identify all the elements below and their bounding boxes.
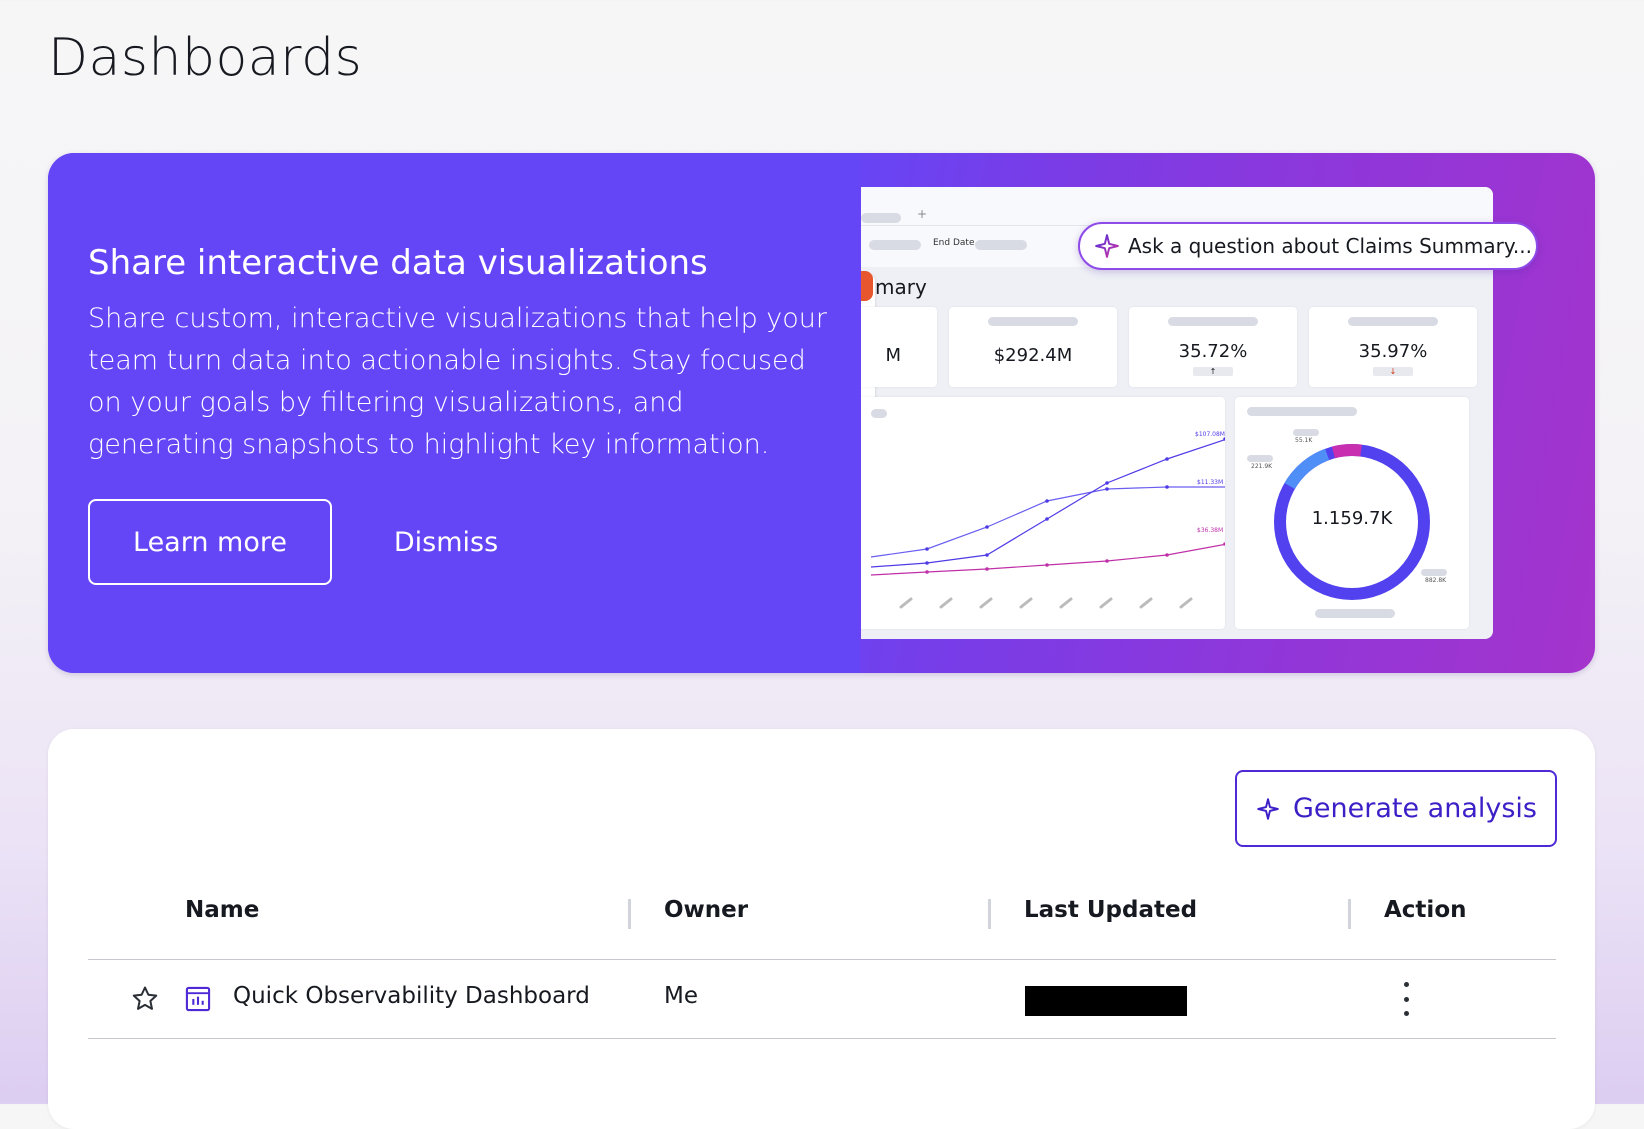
- column-resizer[interactable]: [628, 899, 631, 929]
- star-icon[interactable]: [130, 984, 160, 1018]
- dashboards-list-panel: Generate analysis Name Owner Last Update…: [48, 729, 1595, 1129]
- table-divider: [88, 1038, 1556, 1039]
- banner-body: Share custom, interactive visualizations…: [88, 303, 828, 460]
- table-divider: [88, 959, 1556, 960]
- column-header-action: Action: [1384, 897, 1467, 923]
- more-actions-icon[interactable]: [1396, 982, 1416, 1016]
- preview-kpi-card: $292.4M: [949, 307, 1117, 387]
- sparkle-icon: [1094, 233, 1120, 259]
- preview-kpi-card: M: [861, 307, 937, 387]
- generate-analysis-button[interactable]: Generate analysis: [1235, 770, 1557, 847]
- generate-analysis-label: Generate analysis: [1292, 793, 1537, 824]
- column-resizer[interactable]: [1348, 899, 1351, 929]
- preview-donut-total: 1.159.7K: [1311, 508, 1393, 529]
- preview-kpi-card: 35.72% ↑: [1129, 307, 1297, 387]
- column-header-last-updated[interactable]: Last Updated: [1024, 897, 1197, 923]
- column-header-owner[interactable]: Owner: [664, 897, 748, 923]
- dashboard-owner: Me: [664, 983, 698, 1009]
- banner-title: Share interactive data visualizations: [88, 243, 708, 283]
- preview-kpi-card: 35.97% ↓: [1309, 307, 1477, 387]
- dashboard-name-link[interactable]: Quick Observability Dashboard: [233, 983, 590, 1009]
- dashboard-icon: [184, 985, 212, 1017]
- preview-end-date-label: End Date: [933, 238, 975, 248]
- preview-line-chart: $107.08M $11.33M $36.38M: [861, 397, 1225, 629]
- column-resizer[interactable]: [988, 899, 991, 929]
- preview-donut-chart: 55.1K 221.9K 882.8K 1.159.7K: [1235, 397, 1469, 629]
- ask-question-text: Ask a question about Claims Summary...: [1128, 234, 1532, 258]
- sparkle-icon: [1255, 796, 1281, 822]
- preview-summary-title: mary: [875, 275, 927, 299]
- learn-more-button[interactable]: Learn more: [88, 499, 332, 585]
- page-title: Dashboards: [48, 28, 363, 88]
- column-header-name[interactable]: Name: [185, 897, 259, 923]
- dismiss-button[interactable]: Dismiss: [366, 499, 526, 585]
- redacted-last-updated: [1025, 986, 1187, 1016]
- ask-question-pill: Ask a question about Claims Summary...: [1078, 222, 1538, 270]
